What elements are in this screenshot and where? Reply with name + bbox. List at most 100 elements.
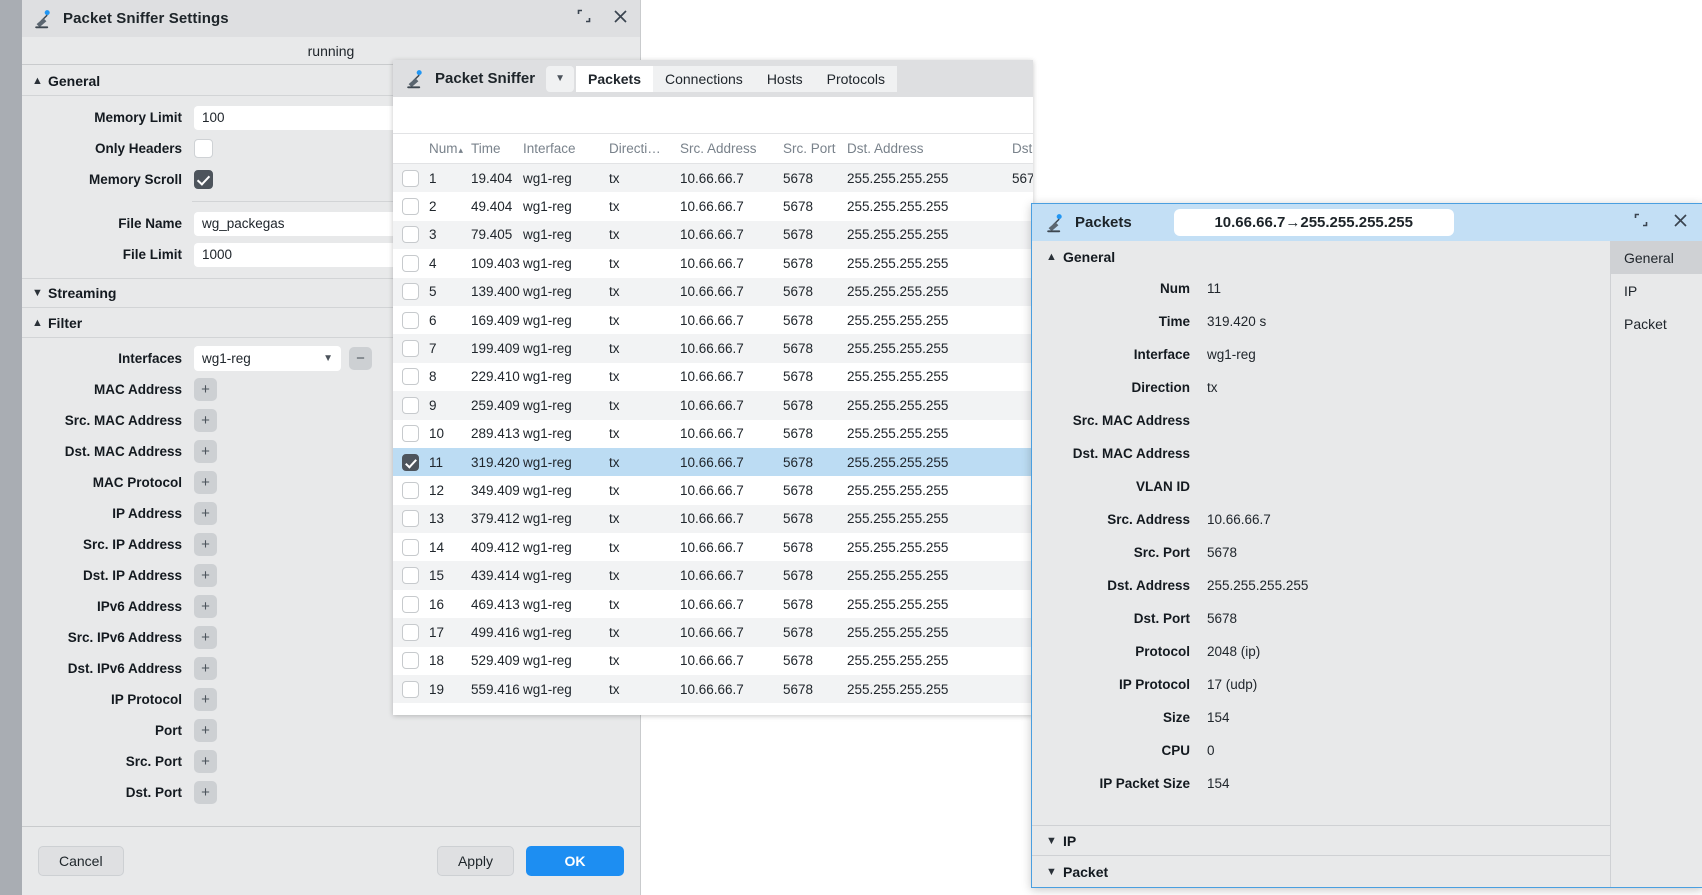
row-checkbox[interactable] — [401, 254, 419, 272]
table-row[interactable]: 2 49.404 wg1-reg tx 10.66.66.7 5678 255.255.25… — [393, 192, 1033, 220]
ok-button[interactable]: OK — [526, 846, 624, 876]
row-checkbox[interactable] — [401, 311, 419, 329]
field-label: Dst. MAC Address — [64, 444, 182, 459]
detail-row: Protocol 2048 (ip) — [1032, 635, 1610, 668]
cell-src-address: 10.66.66.7 — [680, 454, 744, 470]
remove-interface-button[interactable]: − — [349, 347, 372, 370]
close-icon[interactable] — [1673, 213, 1688, 233]
sidebar-item-general[interactable]: General — [1611, 241, 1702, 274]
column-header-dst-port[interactable]: Dst. Port — [1010, 141, 1033, 156]
add-mac-address-button[interactable]: + — [194, 378, 217, 401]
detail-value: wg1-reg — [1207, 347, 1256, 362]
row-checkbox[interactable] — [401, 340, 419, 358]
column-header-direction[interactable]: Directi… — [607, 141, 678, 156]
add-ipv6-address-button[interactable]: + — [194, 595, 217, 618]
chevron-up-icon: ▲ — [32, 316, 43, 329]
row-checkbox[interactable] — [401, 680, 419, 698]
restore-icon[interactable] — [1634, 213, 1648, 232]
table-row[interactable]: 8 229.410 wg1-reg tx 10.66.66.7 5678 255.255.2… — [393, 363, 1033, 391]
row-checkbox[interactable] — [401, 538, 419, 556]
detail-section-header-packet[interactable]: ▼ Packet — [1032, 856, 1610, 887]
tab-protocols[interactable]: Protocols — [814, 65, 897, 92]
add-dst-ipv6-address-button[interactable]: + — [194, 657, 217, 680]
table-row[interactable]: 18 529.409 wg1-reg tx 10.66.66.7 5678 255.255.… — [393, 647, 1033, 675]
detail-label: Size — [1162, 710, 1190, 725]
cancel-button[interactable]: Cancel — [38, 846, 124, 876]
add-dst-mac-address-button[interactable]: + — [194, 440, 217, 463]
add-mac-protocol-button[interactable]: + — [194, 471, 217, 494]
row-checkbox[interactable] — [401, 198, 419, 216]
field-label: IP Address — [112, 506, 182, 521]
cell-direction: tx — [609, 482, 620, 498]
row-checkbox[interactable] — [401, 226, 419, 244]
column-header-dst-address[interactable]: Dst. Address — [845, 141, 1010, 156]
table-row[interactable]: 6 169.409 wg1-reg tx 10.66.66.7 5678 255.255.2… — [393, 306, 1033, 334]
add-dst-ip-address-button[interactable]: + — [194, 564, 217, 587]
detail-section-title: Packet — [1063, 863, 1109, 880]
memory-scroll-checkbox[interactable] — [194, 170, 213, 189]
table-row[interactable]: 14 409.412 wg1-reg tx 10.66.66.7 5678 255.255.… — [393, 533, 1033, 561]
cell-time: 499.416 — [471, 624, 520, 640]
add-src-mac-address-button[interactable]: + — [194, 409, 217, 432]
table-row[interactable]: 11 319.420 wg1-reg tx 10.66.66.7 5678 255.255.… — [393, 447, 1033, 477]
field-label: Dst. Port — [125, 785, 182, 800]
row-checkbox[interactable] — [401, 623, 419, 641]
cell-num: 5 — [429, 284, 437, 300]
table-row[interactable]: 5 139.400 wg1-reg tx 10.66.66.7 5678 255.255.2… — [393, 277, 1033, 306]
restore-icon[interactable] — [577, 9, 591, 28]
add-dst-port-button[interactable]: + — [194, 781, 217, 804]
detail-section-header-ip[interactable]: ▼ IP — [1032, 825, 1610, 856]
interfaces-select[interactable]: wg1-reg ▼ — [194, 346, 341, 371]
row-checkbox[interactable] — [401, 510, 419, 528]
row-checkbox[interactable] — [401, 169, 419, 187]
tab-packets[interactable]: Packets — [576, 65, 653, 92]
detail-section-header-general[interactable]: ▲ General — [1032, 241, 1610, 272]
close-icon[interactable] — [613, 9, 628, 29]
table-row[interactable]: 15 439.414 wg1-reg tx 10.66.66.7 5678 255.255.… — [393, 561, 1033, 590]
row-checkbox[interactable] — [401, 368, 419, 386]
table-row[interactable]: 3 79.405 wg1-reg tx 10.66.66.7 5678 255.255.25… — [393, 220, 1033, 250]
row-checkbox[interactable] — [401, 595, 419, 613]
table-row[interactable]: 12 349.409 wg1-reg tx 10.66.66.7 5678 255.255.… — [393, 476, 1033, 504]
cell-src-address: 10.66.66.7 — [680, 653, 744, 669]
add-ip-protocol-button[interactable]: + — [194, 688, 217, 711]
table-row[interactable]: 16 469.413 wg1-reg tx 10.66.66.7 5678 255.255.… — [393, 590, 1033, 618]
packets-table-body: 1 19.404 wg1-reg tx 10.66.66.7 5678 255.255.25… — [393, 164, 1033, 704]
add-src-ipv6-address-button[interactable]: + — [194, 626, 217, 649]
row-checkbox[interactable] — [401, 283, 419, 301]
apply-button[interactable]: Apply — [436, 846, 514, 876]
column-header-time[interactable]: Time — [469, 141, 521, 156]
field-label: Src. IP Address — [82, 537, 182, 552]
table-row[interactable]: 1 19.404 wg1-reg tx 10.66.66.7 5678 255.255.25… — [393, 164, 1033, 193]
row-checkbox[interactable] — [401, 567, 419, 585]
cell-num: 13 — [429, 511, 445, 527]
table-row[interactable]: 19 559.416 wg1-reg tx 10.66.66.7 5678 255.255.… — [393, 675, 1033, 704]
table-row[interactable]: 13 379.412 wg1-reg tx 10.66.66.7 5678 255.255.… — [393, 504, 1033, 534]
table-row[interactable]: 9 259.409 wg1-reg tx 10.66.66.7 5678 255.255.2… — [393, 391, 1033, 420]
sidebar-item-ip[interactable]: IP — [1611, 274, 1702, 307]
sidebar-item-packet[interactable]: Packet — [1611, 307, 1702, 340]
table-row[interactable]: 10 289.413 wg1-reg tx 10.66.66.7 5678 255.255.… — [393, 420, 1033, 448]
row-checkbox[interactable] — [401, 453, 419, 471]
tab-hosts[interactable]: Hosts — [754, 65, 815, 92]
tab-connections[interactable]: Connections — [652, 65, 755, 92]
table-row[interactable]: 4 109.403 wg1-reg tx 10.66.66.7 5678 255.255.2… — [393, 249, 1033, 277]
row-checkbox[interactable] — [401, 481, 419, 499]
add-src-ip-address-button[interactable]: + — [194, 533, 217, 556]
chevron-down-icon[interactable]: ▼ — [546, 65, 575, 92]
add-src-port-button[interactable]: + — [194, 750, 217, 773]
only-headers-checkbox[interactable] — [194, 139, 213, 158]
add-ip-address-button[interactable]: + — [194, 502, 217, 525]
row-checkbox[interactable] — [401, 652, 419, 670]
table-row[interactable]: 7 199.409 wg1-reg tx 10.66.66.7 5678 255.255.2… — [393, 334, 1033, 363]
column-header-src-port[interactable]: Src. Port — [781, 141, 845, 156]
add-port-button[interactable]: + — [194, 719, 217, 742]
row-checkbox[interactable] — [401, 425, 419, 443]
cell-num: 11 — [429, 454, 444, 470]
column-header-interface[interactable]: Interface — [521, 141, 607, 156]
column-header-src-address[interactable]: Src. Address — [678, 141, 781, 156]
table-row[interactable]: 17 499.416 wg1-reg tx 10.66.66.7 5678 255.255.… — [393, 618, 1033, 647]
packet-dialog-sidebar: General IP Packet — [1610, 241, 1702, 887]
column-header-num[interactable]: Num▴ — [427, 141, 469, 156]
row-checkbox[interactable] — [401, 396, 419, 414]
